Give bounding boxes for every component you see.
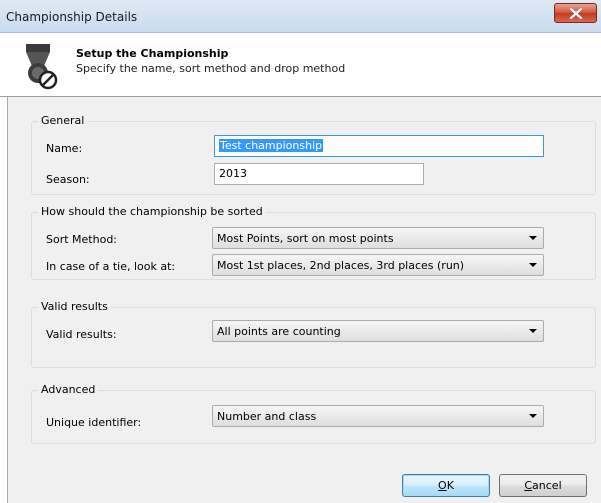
general-group-label: General <box>38 114 88 127</box>
header-title: Setup the Championship <box>76 47 229 60</box>
name-input[interactable]: Test championship <box>214 135 544 157</box>
sort-group-label: How should the championship be sorted <box>38 205 266 218</box>
tie-value: Most 1st places, 2nd places, 3rd places … <box>217 259 465 272</box>
tie-select[interactable]: Most 1st places, 2nd places, 3rd places … <box>212 254 544 276</box>
close-icon <box>570 8 582 19</box>
window-title: Championship Details <box>6 10 138 24</box>
cancel-mnemonic: C <box>524 479 533 492</box>
season-input[interactable]: 2013 <box>214 163 424 185</box>
valid-results-group-label: Valid results <box>38 300 111 313</box>
sort-method-value: Most Points, sort on most points <box>217 232 394 245</box>
cancel-button[interactable]: Cancel <box>499 474 587 497</box>
tie-label: In case of a tie, look at: <box>46 260 176 273</box>
chevron-down-icon <box>529 236 537 240</box>
medal-icon <box>26 44 58 90</box>
close-button[interactable] <box>554 3 597 23</box>
season-label: Season: <box>46 173 90 186</box>
name-input-value: Test championship <box>219 139 324 152</box>
sort-method-label: Sort Method: <box>46 233 118 246</box>
header-subtitle: Specify the name, sort method and drop m… <box>76 62 346 75</box>
ok-mnemonic: O <box>438 479 447 492</box>
valid-results-select[interactable]: All points are counting <box>212 320 544 342</box>
cancel-label-rest: ancel <box>532 479 562 492</box>
title-bar: Championship Details <box>0 0 601 33</box>
dialog-header: Setup the Championship Specify the name,… <box>0 34 601 96</box>
dialog-body: General Name: Test championship Season: … <box>7 97 601 503</box>
season-input-value: 2013 <box>219 167 247 180</box>
valid-results-value: All points are counting <box>217 325 341 338</box>
unique-identifier-label: Unique identifier: <box>46 416 142 429</box>
chevron-down-icon <box>529 414 537 418</box>
unique-identifier-value: Number and class <box>217 410 317 423</box>
chevron-down-icon <box>529 263 537 267</box>
championship-details-dialog: Championship Details Setup the Champions… <box>0 0 601 503</box>
ok-button[interactable]: OK <box>402 474 490 497</box>
unique-identifier-select[interactable]: Number and class <box>212 405 544 427</box>
chevron-down-icon <box>529 329 537 333</box>
ok-label-rest: K <box>446 479 454 492</box>
name-label: Name: <box>46 142 83 155</box>
valid-results-label: Valid results: <box>46 328 117 341</box>
advanced-group-label: Advanced <box>38 383 99 396</box>
sort-method-select[interactable]: Most Points, sort on most points <box>212 227 544 249</box>
